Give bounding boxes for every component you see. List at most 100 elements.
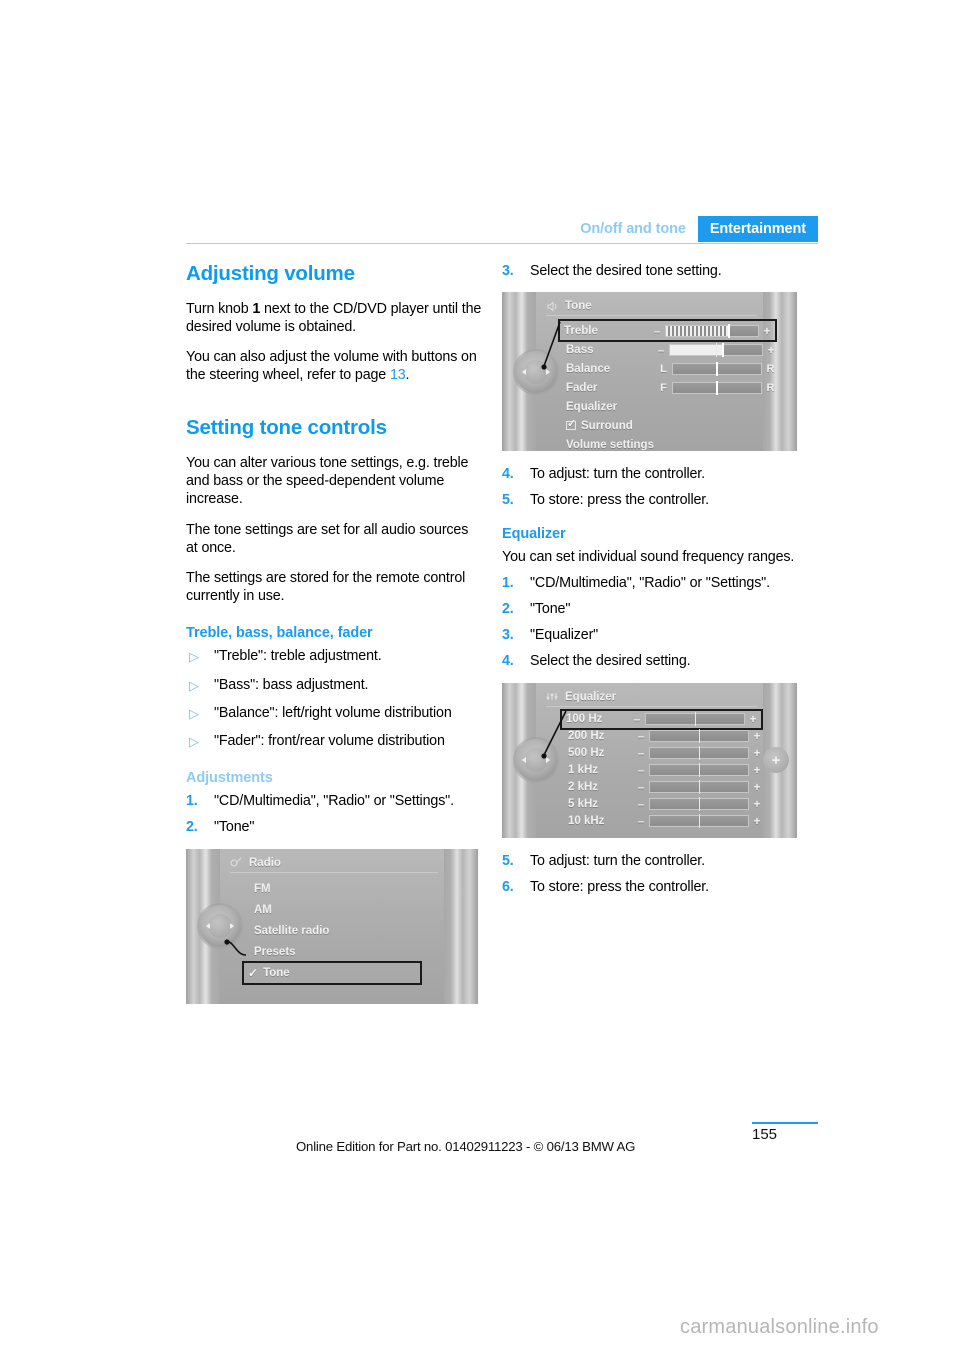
eq-band-slider[interactable]: – + [633, 712, 757, 727]
slider-track[interactable] [669, 342, 763, 357]
minus-sign[interactable]: – [653, 324, 661, 338]
menu-item-fm[interactable]: FM [254, 879, 454, 900]
numbered-list-equalizer: 1. "CD/Multimedia", "Radio" or "Settings"… [502, 574, 798, 671]
tone-row-volume-settings[interactable]: Volume settings [566, 435, 775, 451]
slider-track[interactable] [649, 814, 749, 829]
idrive-plus-button[interactable]: + [763, 747, 789, 774]
page-number-rule [752, 1122, 818, 1124]
fader-slider[interactable]: F R [659, 380, 775, 395]
plus-sign[interactable]: + [749, 712, 757, 726]
idrive-controller-knob[interactable] [515, 739, 557, 782]
menu-item-label: Satellite radio [254, 925, 330, 938]
minus-sign[interactable]: – [637, 729, 645, 743]
treble-slider[interactable]: – + [653, 323, 771, 338]
tone-row-fader[interactable]: Fader F R [566, 378, 775, 397]
watermark: carmanualsonline.info [680, 1316, 879, 1338]
list-item-label: "Balance": left/right volume distributio… [214, 704, 452, 721]
tone-row-bass[interactable]: Bass – + [566, 340, 775, 359]
eq-row-200hz[interactable]: 200 Hz – + [568, 728, 761, 745]
slider-thumb[interactable] [728, 323, 730, 338]
slider-track[interactable] [649, 746, 749, 761]
slider-track[interactable] [649, 797, 749, 812]
step-number: 2. [186, 819, 198, 836]
eq-band-slider[interactable]: – + [637, 780, 761, 795]
plus-sign[interactable]: + [753, 814, 761, 828]
menu-item-satellite-radio[interactable]: Satellite radio [254, 921, 454, 942]
numbered-list-equalizer-adjust: 5. To adjust: turn the controller. 6. To s… [502, 852, 798, 896]
minus-sign[interactable]: – [637, 814, 645, 828]
slider-thumb[interactable] [716, 380, 718, 395]
eq-row-5khz[interactable]: 5 kHz – + [568, 796, 761, 813]
step-text: To store: press the controller. [530, 878, 709, 895]
arrow-left-icon [522, 368, 526, 375]
eq-band-slider[interactable]: – + [637, 729, 761, 744]
bass-slider[interactable]: – + [657, 342, 775, 357]
eq-band-slider[interactable]: – + [637, 797, 761, 812]
balance-left-label: L [660, 362, 667, 375]
plus-sign[interactable]: + [767, 343, 775, 357]
slider-track[interactable] [649, 763, 749, 778]
plus-sign[interactable]: + [753, 763, 761, 777]
eq-row-10khz[interactable]: 10 kHz – + [568, 813, 761, 830]
menu-item-presets[interactable]: Presets [254, 942, 454, 963]
checkbox-checked-icon[interactable] [566, 417, 577, 431]
idrive-controller-knob[interactable] [199, 905, 241, 948]
eq-row-500hz[interactable]: 500 Hz – + [568, 745, 761, 762]
tone-row-balance[interactable]: Balance L R [566, 359, 775, 378]
slider-track[interactable] [672, 361, 762, 376]
slider-thumb[interactable] [716, 361, 718, 376]
screenshot-equalizer-menu: Equalizer + 100 Hz – + 200 Hz – + 500 Hz… [502, 682, 797, 838]
minus-sign[interactable]: – [657, 343, 665, 357]
page-reference-link[interactable]: 13 [390, 367, 406, 383]
plus-sign[interactable]: + [763, 324, 771, 338]
tone-row-equalizer[interactable]: Equalizer [566, 397, 775, 416]
tone-row-treble[interactable]: Treble – + [558, 319, 777, 343]
plus-sign[interactable]: + [753, 729, 761, 743]
radio-icon [230, 857, 243, 868]
step-text: To adjust: turn the controller. [530, 466, 705, 483]
subsection-title-adjustments: Adjustments [186, 770, 273, 787]
tone-row-label: Balance [566, 362, 611, 375]
tone-row-label: Equalizer [566, 400, 618, 413]
eq-band-slider[interactable]: – + [637, 763, 761, 778]
arrow-right-icon [546, 757, 550, 764]
idrive-controller-knob[interactable] [515, 350, 557, 393]
plus-sign[interactable]: + [753, 746, 761, 760]
menu-item-label: FM [254, 883, 271, 896]
eq-row-100hz[interactable]: 100 Hz – + [560, 708, 763, 730]
eq-band-slider[interactable]: – + [637, 814, 761, 829]
arrow-right-icon [230, 923, 234, 930]
tone-row-surround[interactable]: Surround [566, 416, 775, 435]
eq-band-label: 100 Hz [566, 713, 603, 726]
slider-midline [699, 797, 700, 812]
slider-track[interactable] [645, 712, 745, 727]
bullet-list-tone-options: ▷ "Treble": treble adjustment. ▷ "Bass": b… [186, 647, 482, 750]
minus-sign[interactable]: – [637, 763, 645, 777]
plus-sign[interactable]: + [753, 797, 761, 811]
step-number: 2. [502, 601, 514, 618]
menu-item-am[interactable]: AM [254, 900, 454, 921]
minus-sign[interactable]: – [637, 797, 645, 811]
step-number: 4. [502, 466, 514, 483]
slider-thumb[interactable] [722, 342, 724, 357]
eq-band-slider[interactable]: – + [637, 746, 761, 761]
slider-track[interactable] [672, 380, 762, 395]
slider-track[interactable] [649, 729, 749, 744]
list-item: 5. To store: press the controller. [502, 491, 798, 509]
minus-sign[interactable]: – [633, 712, 641, 726]
paragraph-all-audio-sources: The tone settings are set for all audio … [186, 521, 469, 556]
slider-track[interactable] [665, 323, 759, 338]
triangle-bullet-icon: ▷ [189, 677, 199, 693]
plus-sign[interactable]: + [753, 780, 761, 794]
eq-row-2khz[interactable]: 2 kHz – + [568, 779, 761, 796]
numbered-list-adjustments: 1. "CD/Multimedia", "Radio" or "Settings"… [186, 792, 482, 836]
numbered-list-tone-adjust: 4. To adjust: turn the controller. 5. To s… [502, 465, 798, 509]
menu-item-tone-selected[interactable]: ✓ Tone [242, 960, 422, 985]
eq-row-1khz[interactable]: 1 kHz – + [568, 762, 761, 779]
minus-sign[interactable]: – [637, 780, 645, 794]
minus-sign[interactable]: – [637, 746, 645, 760]
balance-slider[interactable]: L R [659, 361, 775, 376]
list-item: 2. "Tone" [186, 818, 482, 836]
list-item: 2. "Tone" [502, 600, 798, 618]
slider-track[interactable] [649, 780, 749, 795]
